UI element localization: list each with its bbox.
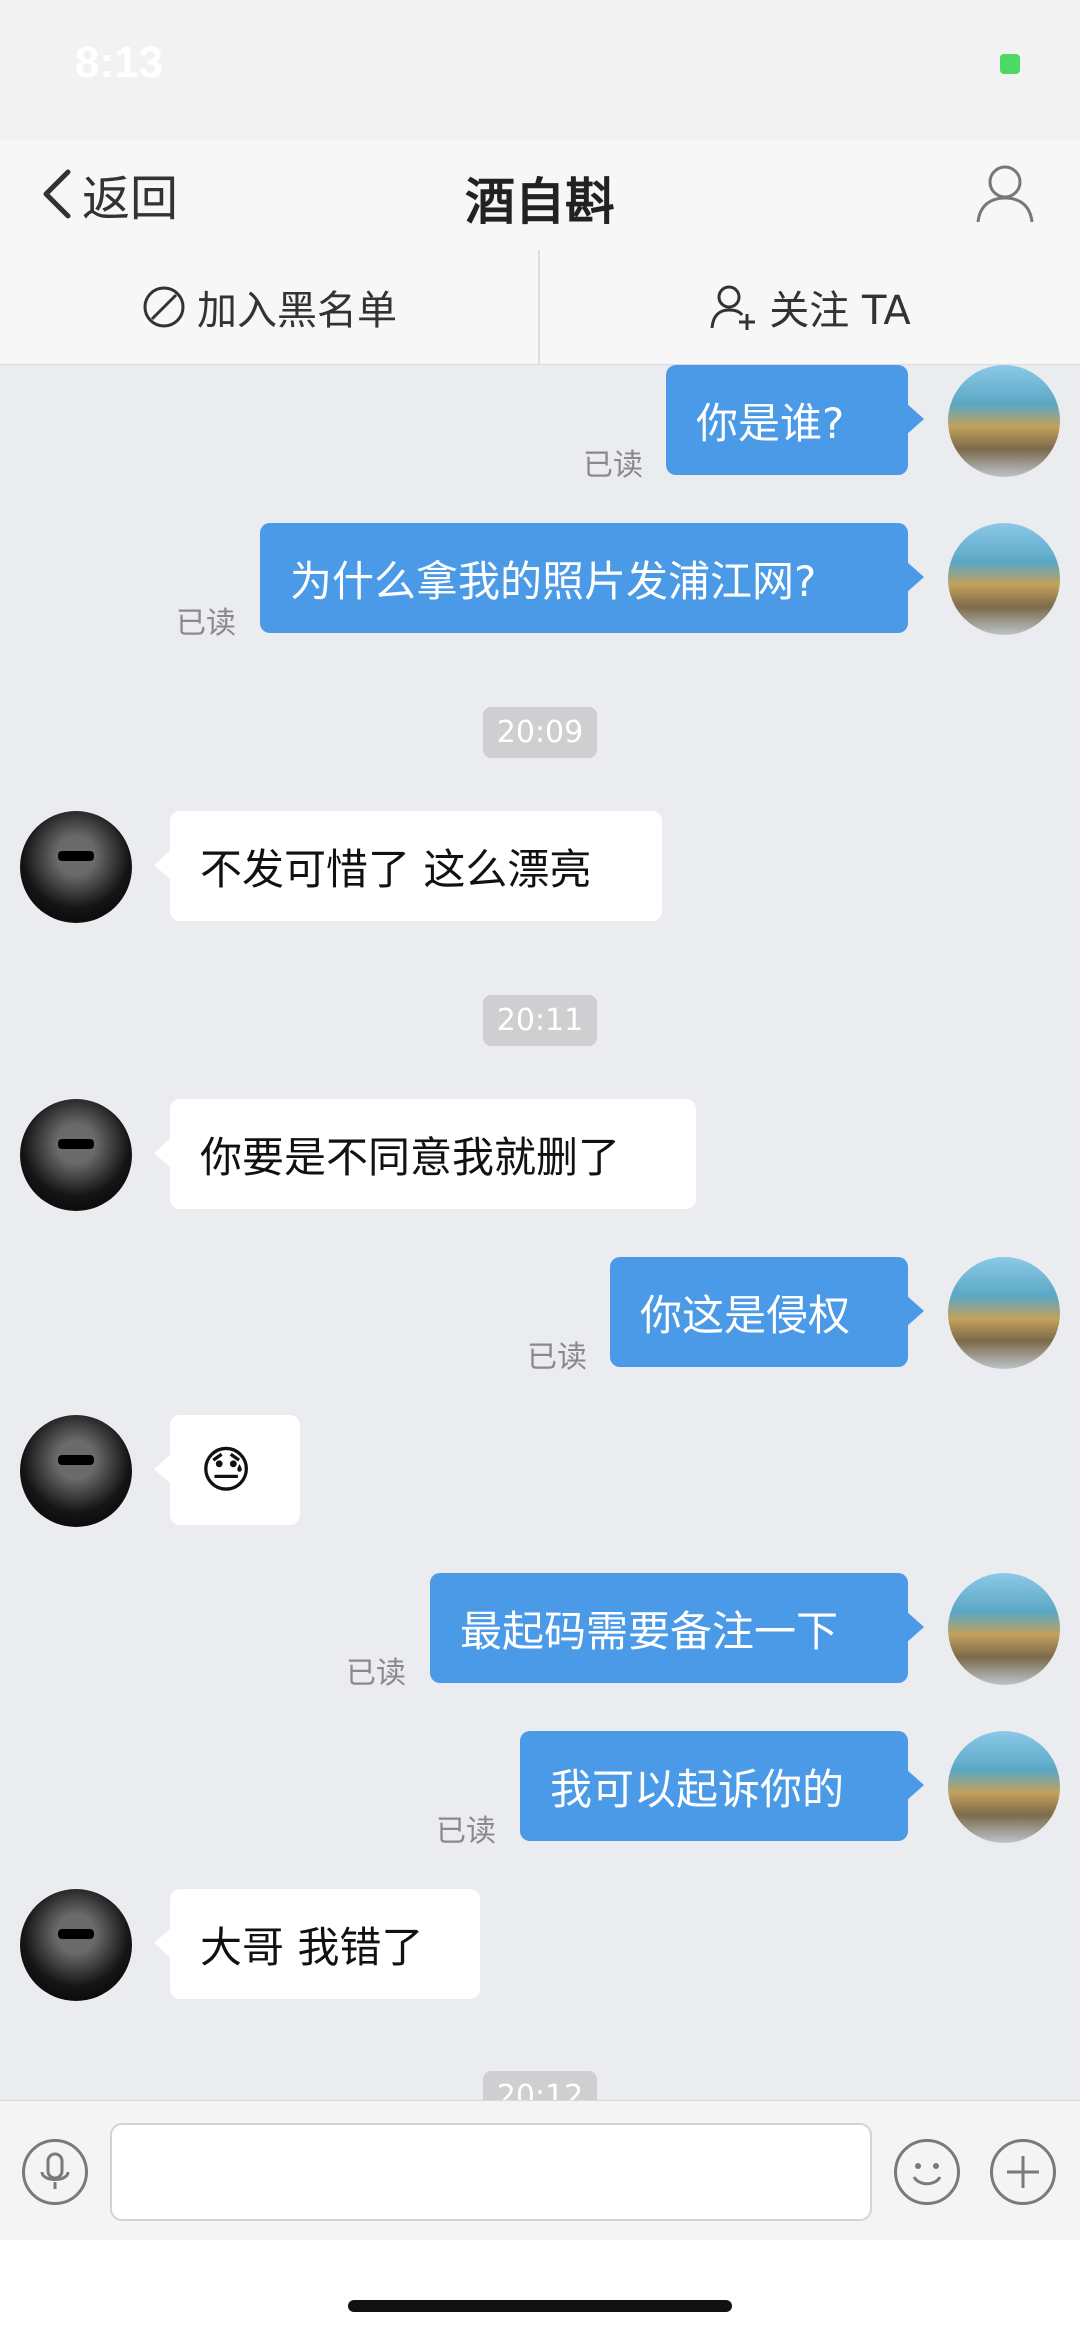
emoji-button[interactable] xyxy=(894,2139,960,2205)
avatar[interactable] xyxy=(20,1415,132,1527)
person-icon xyxy=(976,165,1034,223)
read-receipt: 已读 xyxy=(436,1814,496,1849)
follow-button[interactable]: 关注 TA xyxy=(540,250,1080,364)
outgoing-bubble[interactable]: 你是谁? xyxy=(666,365,924,475)
message-row: 已读 你这是侵权 xyxy=(0,1257,1080,1377)
outgoing-bubble[interactable]: 最起码需要备注一下 xyxy=(430,1573,924,1683)
avatar[interactable] xyxy=(20,811,132,923)
message-row: 已读 我可以起诉你的 xyxy=(0,1731,1080,1851)
read-receipt: 已读 xyxy=(176,606,236,641)
status-time: 8:13 xyxy=(75,38,164,87)
message-row: 你要是不同意我就删了 xyxy=(0,1099,1080,1219)
timestamp: 20:11 xyxy=(0,995,1080,1046)
avatar[interactable] xyxy=(20,1889,132,2001)
read-receipt: 已读 xyxy=(346,1656,406,1691)
more-button[interactable] xyxy=(990,2139,1056,2205)
timestamp-label: 20:11 xyxy=(482,995,598,1046)
message-row: 不发可惜了 这么漂亮 xyxy=(0,811,1080,931)
outgoing-bubble[interactable]: 我可以起诉你的 xyxy=(520,1731,924,1841)
incoming-bubble[interactable]: 😓 xyxy=(154,1415,300,1525)
message-row: 已读 最起码需要备注一下 xyxy=(0,1573,1080,1693)
status-indicators xyxy=(910,50,1020,76)
plus-icon xyxy=(1007,2156,1039,2188)
add-person-icon xyxy=(710,285,756,330)
battery-icon xyxy=(1000,54,1020,74)
message-row: 已读 为什么拿我的照片发浦江网? xyxy=(0,523,1080,643)
avatar[interactable] xyxy=(948,1573,1060,1685)
avatar[interactable] xyxy=(948,1257,1060,1369)
incoming-bubble[interactable]: 大哥 我错了 xyxy=(154,1889,480,1999)
incoming-bubble[interactable]: 不发可惜了 这么漂亮 xyxy=(154,811,662,921)
input-bar xyxy=(0,2100,1080,2241)
block-icon xyxy=(143,286,185,328)
smiley-icon xyxy=(912,2163,942,2186)
avatar[interactable] xyxy=(948,365,1060,477)
message-row: 😓 xyxy=(0,1415,1080,1535)
home-indicator[interactable] xyxy=(348,2300,732,2312)
microphone-icon xyxy=(40,2152,70,2189)
action-bar: 加入黑名单 关注 TA xyxy=(0,250,1080,365)
blacklist-button[interactable]: 加入黑名单 xyxy=(0,250,538,364)
avatar[interactable] xyxy=(948,523,1060,635)
timestamp: 20:12 xyxy=(0,2071,1080,2100)
home-indicator-area xyxy=(0,2240,1080,2337)
nav-bar: 返回 酒自斟 xyxy=(0,140,1080,250)
timestamp-label: 20:12 xyxy=(482,2071,598,2100)
message-input[interactable] xyxy=(110,2123,872,2221)
message-row: 大哥 我错了 xyxy=(0,1889,1080,2009)
follow-label: 关注 TA xyxy=(769,288,911,334)
page-title: 酒自斟 xyxy=(465,173,615,231)
message-row: 已读 你是谁? xyxy=(0,365,1080,485)
chat-area[interactable]: 已读 你是谁? 已读 为什么拿我的照片发浦江网? 20:09 不发可惜了 这么漂… xyxy=(0,365,1080,2100)
timestamp-label: 20:09 xyxy=(482,707,598,758)
incoming-bubble[interactable]: 你要是不同意我就删了 xyxy=(154,1099,696,1209)
read-receipt: 已读 xyxy=(583,448,643,483)
status-bar: 8:13 xyxy=(0,0,1080,140)
blacklist-label: 加入黑名单 xyxy=(197,288,397,334)
avatar[interactable] xyxy=(20,1099,132,1211)
profile-button[interactable] xyxy=(972,160,1038,226)
timestamp: 20:09 xyxy=(0,707,1080,758)
outgoing-bubble[interactable]: 你这是侵权 xyxy=(610,1257,924,1367)
voice-button[interactable] xyxy=(22,2139,88,2205)
avatar[interactable] xyxy=(948,1731,1060,1843)
outgoing-bubble[interactable]: 为什么拿我的照片发浦江网? xyxy=(260,523,924,633)
read-receipt: 已读 xyxy=(527,1340,587,1375)
